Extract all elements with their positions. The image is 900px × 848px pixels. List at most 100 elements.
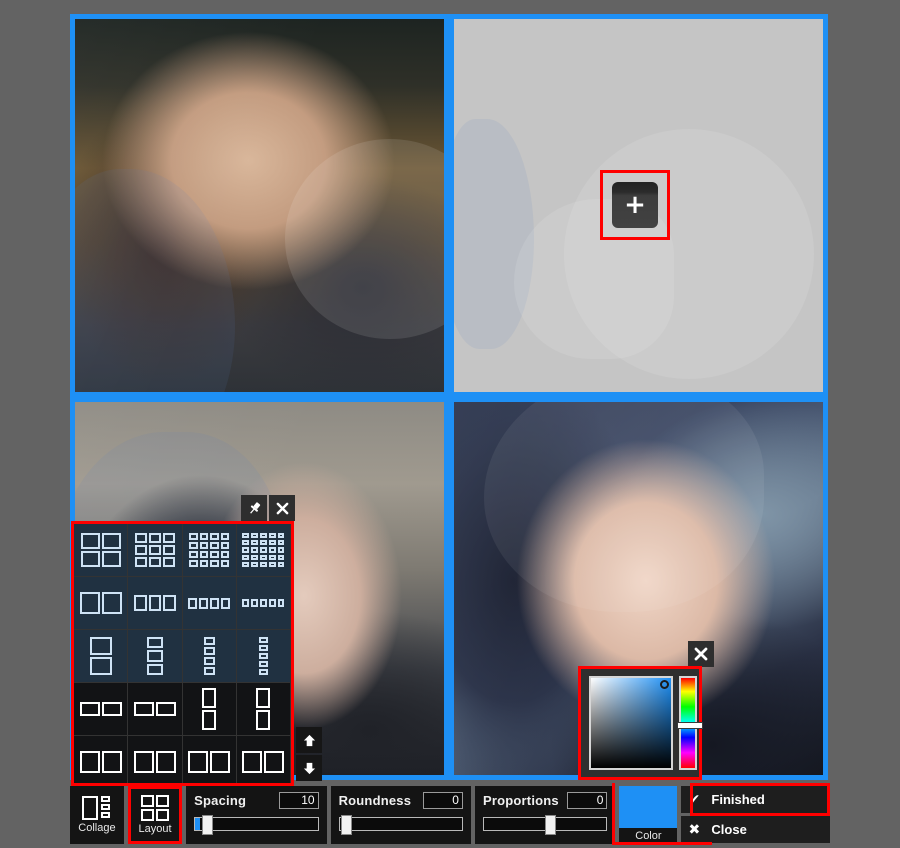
layout-thumb-cell xyxy=(220,551,230,558)
layout-scroll-buttons xyxy=(296,727,322,781)
layout-partial-b[interactable] xyxy=(128,736,183,783)
layout-button-label: Layout xyxy=(138,823,172,835)
layout-thumb-cell xyxy=(258,645,268,651)
layout-thumb-cell xyxy=(203,657,215,665)
layout-split-tall-top[interactable] xyxy=(182,683,237,736)
roundness-slider-handle[interactable] xyxy=(340,815,352,835)
cross-icon: ✖ xyxy=(688,821,701,838)
layout-thumb-cell xyxy=(210,542,219,549)
finished-button[interactable]: ✔ Finished xyxy=(681,786,830,813)
spacing-slider-handle[interactable] xyxy=(202,815,214,835)
spacing-value[interactable]: 10 xyxy=(278,792,319,809)
layout-thumb-cell xyxy=(189,560,198,567)
layout-thumb-cell xyxy=(259,533,267,539)
layout-rows-4[interactable] xyxy=(182,630,237,683)
layout-thumb-cell xyxy=(277,554,285,560)
layout-split-tall-bottom[interactable] xyxy=(236,683,291,736)
hue-slider-handle[interactable] xyxy=(677,722,703,729)
layout-rows-3[interactable] xyxy=(128,630,183,683)
layout-thumb-cell xyxy=(210,551,219,558)
layout-grid-2x2[interactable] xyxy=(74,524,129,577)
close-button[interactable]: ✖ Close xyxy=(681,816,830,843)
watermark-blob-1 xyxy=(75,169,235,392)
layout-cols-3[interactable] xyxy=(128,577,183,630)
color-button[interactable]: Color xyxy=(619,786,678,844)
layout-thumb xyxy=(79,702,122,716)
pin-icon[interactable] xyxy=(241,495,267,521)
layout-thumb-cell xyxy=(146,637,163,649)
add-photo-button[interactable]: + xyxy=(612,182,658,228)
layout-thumb-cell xyxy=(155,751,176,773)
layout-thumb-cell xyxy=(251,547,258,553)
layout-thumb-cell xyxy=(256,710,271,730)
layout-thumb-cell xyxy=(203,667,215,675)
check-icon: ✔ xyxy=(688,791,701,808)
layout-thumb-cell xyxy=(242,547,250,553)
layout-thumb-cell xyxy=(101,551,121,567)
layout-thumb xyxy=(134,533,175,567)
layout-thumb-cell xyxy=(148,533,161,543)
layout-thumb-cell xyxy=(134,533,147,543)
layout-split-wide-left[interactable] xyxy=(74,683,129,736)
hue-strip[interactable] xyxy=(677,676,703,770)
spacing-control[interactable]: Spacing 10 xyxy=(186,786,327,844)
layout-thumb xyxy=(242,533,285,567)
layout-thumb-cell xyxy=(89,637,112,655)
spacing-slider[interactable] xyxy=(194,815,319,835)
spacing-label: Spacing xyxy=(194,793,247,808)
collage-button[interactable]: Collage xyxy=(70,786,124,844)
scroll-up-icon[interactable] xyxy=(296,727,322,753)
scroll-down-icon[interactable] xyxy=(296,755,322,781)
color-swatch[interactable] xyxy=(619,786,678,828)
layout-button[interactable]: Layout xyxy=(127,786,183,844)
layout-cols-2[interactable] xyxy=(74,577,129,630)
layout-thumb xyxy=(188,751,231,773)
layout-thumb-cell xyxy=(210,597,220,609)
layout-thumb-cell xyxy=(133,595,147,611)
layout-thumb-cell xyxy=(251,554,258,560)
layout-thumb-cell xyxy=(220,542,230,549)
close-icon[interactable] xyxy=(269,495,295,521)
layout-thumb-cell xyxy=(242,751,263,773)
layout-thumb-cell xyxy=(79,592,100,614)
layout-thumb-cell xyxy=(163,595,176,611)
roundness-control[interactable]: Roundness 0 xyxy=(330,786,471,844)
layout-thumb-cell xyxy=(251,561,258,567)
layout-thumb-cell xyxy=(251,599,258,607)
proportions-slider[interactable] xyxy=(482,815,608,835)
layout-thumb-cell xyxy=(199,560,209,567)
layout-split-wide-right[interactable] xyxy=(128,683,183,736)
layout-partial-c[interactable] xyxy=(182,736,237,783)
layout-grid-4x4[interactable] xyxy=(182,524,237,577)
layout-thumb-cell xyxy=(242,554,250,560)
layout-thumb xyxy=(146,637,163,675)
layout-picker-panel[interactable] xyxy=(71,521,294,786)
layout-grid-3x3[interactable] xyxy=(128,524,183,577)
layout-rows-5[interactable] xyxy=(236,630,291,683)
proportions-slider-handle[interactable] xyxy=(545,815,557,835)
layout-cols-5[interactable] xyxy=(236,577,291,630)
layout-thumb-cell xyxy=(259,547,267,553)
roundness-value[interactable]: 0 xyxy=(422,792,463,809)
layout-partial-d[interactable] xyxy=(236,736,291,783)
layout-thumb-cell xyxy=(188,751,209,773)
proportions-value[interactable]: 0 xyxy=(567,792,608,809)
layout-thumb-cell xyxy=(162,545,175,555)
saturation-value-cursor[interactable] xyxy=(660,680,669,689)
layout-partial-a[interactable] xyxy=(74,736,129,783)
layout-cols-4[interactable] xyxy=(182,577,237,630)
roundness-slider[interactable] xyxy=(338,815,463,835)
layout-thumb-cell xyxy=(259,554,267,560)
color-popup-close-icon[interactable] xyxy=(688,641,714,667)
photo-cell-1[interactable] xyxy=(75,19,444,392)
layout-thumb-cell xyxy=(148,557,161,567)
color-picker-popup[interactable] xyxy=(578,666,703,780)
layout-thumb-cell xyxy=(203,647,215,655)
layout-rows-2[interactable] xyxy=(74,630,129,683)
layout-grid-5x5[interactable] xyxy=(236,524,291,577)
saturation-value-square[interactable] xyxy=(589,676,673,770)
layout-thumb-cell xyxy=(220,560,230,567)
layout-thumb xyxy=(133,595,176,611)
layout-thumb-cell xyxy=(148,595,162,611)
proportions-control[interactable]: Proportions 0 xyxy=(474,786,616,844)
